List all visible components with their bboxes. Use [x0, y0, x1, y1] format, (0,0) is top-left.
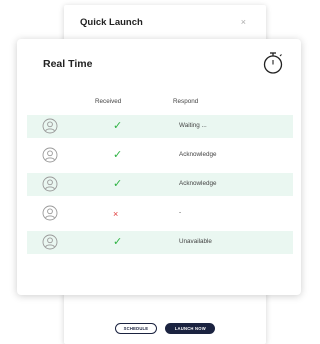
check-icon: ✓ — [113, 120, 123, 132]
status-list: ✓ Waiting ... ✓ Acknowledge ✓ Acknowledg… — [27, 115, 293, 260]
real-time-dialog: Real Time Received Respond ✓ Waiting ...… — [17, 39, 301, 295]
respond-text: Unavailable — [179, 238, 212, 245]
cross-icon: × — [113, 209, 119, 219]
user-icon — [42, 176, 58, 192]
table-row: × - — [27, 202, 293, 225]
header-received: Received — [95, 98, 122, 105]
user-icon — [42, 234, 58, 250]
quick-launch-title: Quick Launch — [80, 17, 143, 28]
table-row: ✓ Acknowledge — [27, 144, 293, 167]
close-icon[interactable]: × — [241, 17, 246, 27]
header-respond: Respond — [173, 98, 199, 105]
respond-text: Acknowledge — [179, 180, 217, 187]
schedule-button[interactable]: SCHEDULE — [114, 323, 158, 334]
table-row: ✓ Acknowledge — [27, 173, 293, 196]
dialog-footer: SCHEDULE LAUNCH NOW — [64, 323, 266, 334]
respond-text: - — [179, 209, 182, 216]
respond-text: Waiting ... — [179, 122, 207, 129]
respond-text: Acknowledge — [179, 151, 217, 158]
table-header: Received Respond — [17, 98, 301, 108]
check-icon: ✓ — [113, 149, 123, 161]
user-icon — [42, 118, 58, 134]
table-row: ✓ Waiting ... — [27, 115, 293, 138]
launch-now-button[interactable]: LAUNCH NOW — [165, 323, 216, 334]
table-row: ✓ Unavailable — [27, 231, 293, 254]
real-time-title: Real Time — [43, 58, 93, 70]
check-icon: ✓ — [113, 178, 123, 190]
check-icon: ✓ — [113, 236, 123, 248]
user-icon — [42, 147, 58, 163]
stopwatch-icon — [263, 52, 283, 74]
user-icon — [42, 205, 58, 221]
